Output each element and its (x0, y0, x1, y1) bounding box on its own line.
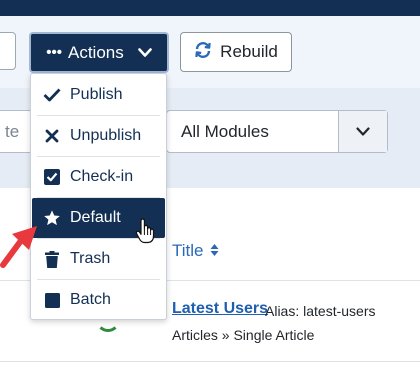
module-type-select[interactable]: All Modules (166, 110, 388, 153)
actions-dropdown-menu: Publish Unpublish Check-in Default Trash… (30, 73, 167, 320)
chevron-down-icon (338, 111, 387, 152)
menu-item-label: Default (70, 209, 121, 226)
checkbox-icon (42, 167, 62, 187)
title-column-header[interactable]: Title (172, 241, 219, 261)
refresh-icon (194, 41, 220, 64)
menu-item-label: Check-in (70, 168, 134, 185)
actions-button[interactable]: ••• Actions (29, 32, 169, 73)
rebuild-button-label: Rebuild (220, 42, 278, 61)
menu-item-check-in[interactable]: Check-in (32, 157, 165, 197)
ellipsis-icon: ••• (46, 44, 62, 61)
module-title-link[interactable]: Latest Users (172, 300, 268, 318)
actions-button-label: Actions (68, 42, 124, 62)
menu-item-unpublish[interactable]: Unpublish (32, 116, 165, 156)
menu-item-label: Trash (70, 250, 111, 267)
trash-icon (42, 249, 62, 269)
module-type-select-value: All Modules (181, 122, 269, 141)
square-icon (42, 290, 62, 310)
menu-item-label: Batch (70, 291, 111, 308)
star-icon (42, 208, 62, 228)
module-alias: Alias: latest-users (265, 303, 376, 319)
filter-select-partial[interactable]: te (0, 110, 33, 153)
table-row-divider (0, 361, 420, 362)
menu-item-label: Publish (70, 86, 123, 103)
times-icon (42, 126, 62, 146)
hand-cursor-icon (135, 218, 155, 249)
title-column-header-label: Title (172, 241, 204, 260)
module-assignment: Articles » Single Article (172, 327, 315, 343)
chevron-down-icon (137, 43, 152, 63)
check-icon (42, 85, 62, 105)
menu-item-batch[interactable]: Batch (32, 280, 165, 320)
toolbar-button-partial[interactable] (0, 32, 16, 70)
annotation-arrow-icon (0, 220, 40, 273)
top-header-bar (0, 0, 420, 16)
menu-item-label: Unpublish (70, 127, 142, 144)
sort-icon (208, 241, 219, 260)
rebuild-button[interactable]: Rebuild (180, 32, 292, 72)
menu-item-publish[interactable]: Publish (32, 75, 165, 115)
